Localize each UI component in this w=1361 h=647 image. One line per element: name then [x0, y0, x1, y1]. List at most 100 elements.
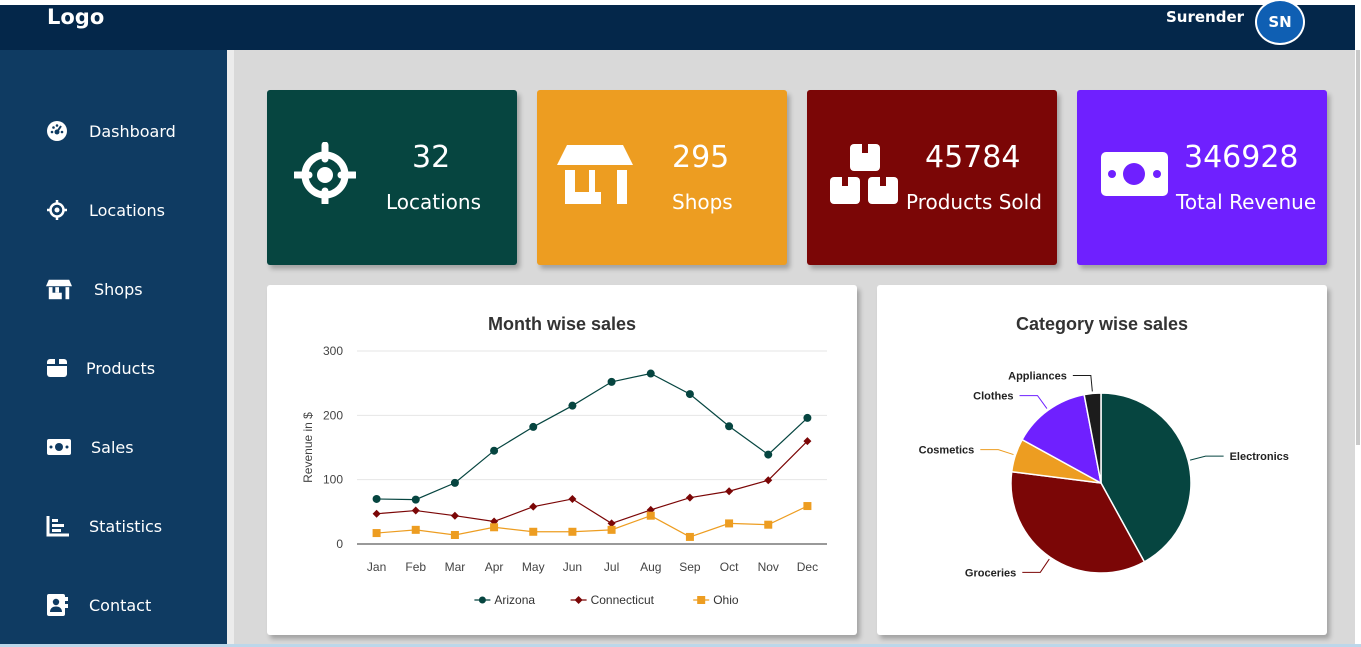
data-point: [568, 494, 577, 503]
data-point: [372, 509, 381, 518]
pie-label-line: [1019, 395, 1048, 409]
card-total-revenue[interactable]: 346928 Total Revenue: [1077, 90, 1327, 265]
crosshair-icon: [46, 198, 72, 222]
data-point: [411, 525, 420, 534]
card-value: 346928: [1184, 140, 1299, 175]
scrollbar-track[interactable]: [1355, 0, 1361, 647]
y-tick-label: 0: [336, 537, 343, 551]
data-point: [568, 401, 577, 410]
sidebar-item-sales[interactable]: Sales: [46, 433, 134, 461]
data-point: [725, 519, 734, 528]
card-shops[interactable]: 295 Shops: [537, 90, 787, 265]
sidebar-item-locations[interactable]: Locations: [46, 196, 165, 224]
legend-marker: [574, 596, 583, 604]
x-tick-label: Apr: [485, 560, 504, 574]
bar-chart-icon: [46, 514, 72, 538]
category-sales-panel: Category wise sales Electronics Groceries…: [877, 285, 1327, 635]
crosshair-icon: [291, 141, 359, 207]
pie-label-line: [980, 449, 1014, 456]
dashboard-icon: [46, 119, 72, 143]
sidebar-item-label: Locations: [89, 200, 166, 220]
store-icon: [46, 277, 72, 301]
logo[interactable]: Logo: [47, 5, 104, 29]
x-tick-label: Feb: [405, 560, 426, 574]
category-sales-chart: Electronics Groceries Cosmetics Clothes Appl…: [919, 370, 1289, 579]
card-value: 295: [672, 140, 730, 175]
data-point: [490, 523, 499, 532]
card-label: Total Revenue: [1176, 190, 1317, 214]
sidebar-item-contact[interactable]: Contact: [46, 591, 151, 619]
data-point: [646, 511, 655, 520]
data-point: [764, 520, 773, 529]
pie-label: Electronics: [1230, 451, 1289, 463]
x-tick-label: Sep: [679, 560, 701, 574]
avatar[interactable]: SN: [1255, 0, 1305, 45]
data-point: [568, 527, 577, 536]
card-label: Locations: [386, 190, 482, 214]
y-tick-label: 200: [323, 408, 343, 422]
data-point: [529, 422, 538, 431]
x-tick-label: May: [522, 560, 545, 574]
card-label: Shops: [672, 190, 733, 214]
data-point: [450, 530, 459, 539]
sidebar-item-label: Shops: [94, 279, 143, 299]
data-point: [764, 450, 773, 459]
pie-label-line: [1022, 558, 1050, 573]
card-value: 32: [412, 140, 451, 175]
sidebar-item-label: Contact: [89, 595, 152, 615]
sidebar-item-label: Sales: [91, 437, 134, 457]
pie-label: Cosmetics: [919, 445, 975, 457]
contact-icon: [46, 593, 72, 617]
month-sales-chart: 0 100 200 300 Jan Feb Mar Apr May Jun Jul Aug Sep Oct…: [301, 344, 827, 607]
money-icon: [46, 435, 72, 459]
data-point: [411, 495, 420, 504]
legend-label: Ohio: [713, 593, 739, 607]
data-point: [372, 494, 381, 503]
sidebar-item-statistics[interactable]: Statistics: [46, 512, 162, 540]
card-products-sold[interactable]: 45784 Products Sold: [807, 90, 1057, 265]
card-value: 45784: [925, 140, 1021, 175]
card-locations[interactable]: 32 Locations: [267, 90, 517, 265]
sidebar-item-label: Dashboard: [89, 121, 176, 141]
data-point: [490, 446, 499, 455]
x-tick-label: Aug: [640, 560, 661, 574]
pie-label: Appliances: [1008, 370, 1067, 382]
store-icon: [557, 142, 633, 206]
series-line: [376, 372, 808, 501]
sidebar-item-label: Products: [86, 358, 156, 378]
data-point: [607, 525, 616, 534]
data-point: [372, 529, 381, 538]
legend-label: Arizona: [494, 593, 535, 607]
data-point: [685, 390, 694, 399]
data-point: [685, 493, 694, 502]
x-tick-label: Jan: [367, 560, 386, 574]
sidebar-divider: [227, 50, 234, 647]
scrollbar-thumb[interactable]: [1356, 50, 1360, 445]
x-tick-label: Dec: [797, 560, 818, 574]
pie-label: Clothes: [973, 391, 1013, 403]
card-label: Products Sold: [906, 190, 1042, 214]
data-point: [685, 532, 694, 541]
x-tick-label: Jun: [563, 560, 582, 574]
month-sales-panel: Month wise sales 0 100 200 300 Jan Feb Mar Apr M…: [267, 285, 857, 635]
data-point: [450, 511, 459, 520]
x-tick-label: Mar: [445, 560, 466, 574]
pie-label-line: [1072, 374, 1093, 392]
y-tick-label: 100: [323, 473, 343, 487]
top-bar: Logo Surender SN: [0, 0, 1355, 50]
data-point: [529, 502, 538, 511]
data-point: [607, 377, 616, 386]
data-point: [725, 487, 734, 496]
sidebar-item-label: Statistics: [89, 516, 163, 536]
x-tick-label: Oct: [720, 560, 739, 574]
legend-marker: [697, 596, 706, 604]
legend-marker: [478, 596, 486, 604]
sidebar-item-shops[interactable]: Shops: [46, 275, 143, 303]
sidebar-item-dashboard[interactable]: Dashboard: [46, 117, 176, 145]
data-point: [803, 502, 812, 511]
series-line: [376, 440, 808, 525]
data-point: [725, 422, 734, 431]
pie-label: Groceries: [965, 567, 1016, 579]
money-icon: [1100, 150, 1168, 214]
sidebar-item-products[interactable]: Products: [46, 354, 155, 382]
